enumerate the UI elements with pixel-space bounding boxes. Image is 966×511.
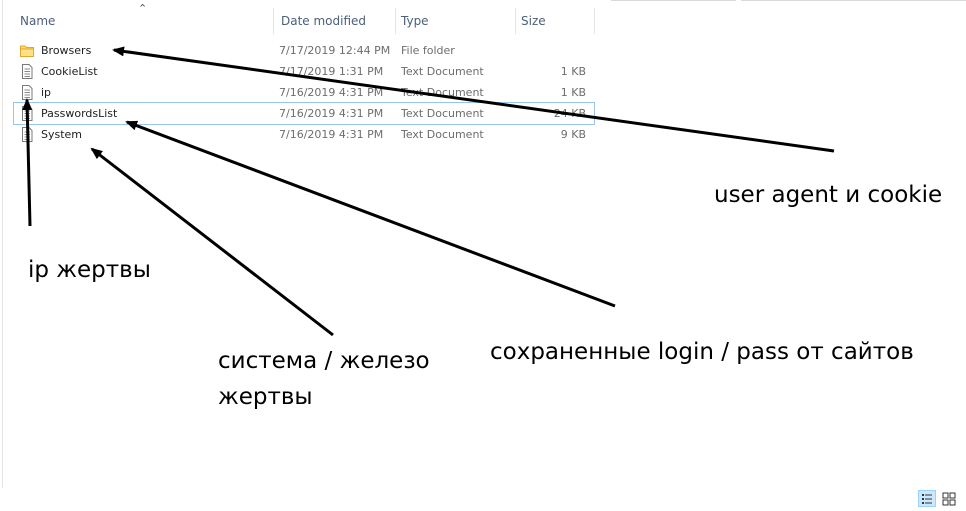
column-date-modified[interactable]: Date modified: [271, 8, 391, 34]
file-explorer: ⌃ Name Date modified Type Size Browsers …: [0, 0, 966, 509]
arrow-to-system: [90, 147, 334, 337]
file-size: 1 KB: [560, 65, 586, 78]
file-size: 24 KB: [553, 107, 586, 120]
file-name: System: [41, 128, 83, 141]
file-name: ip: [41, 86, 52, 99]
folder-icon: [20, 45, 34, 57]
file-row-cookielist[interactable]: CookieList 7/17/2019 1:31 PM Text Docume…: [14, 61, 594, 82]
large-icons-view-button[interactable]: [940, 490, 958, 507]
file-type: Text Document: [401, 65, 484, 78]
details-view-icon: [922, 494, 932, 504]
file-size: 1 KB: [560, 86, 586, 99]
file-date: 7/16/2019 4:31 PM: [279, 86, 384, 99]
column-type[interactable]: Type: [391, 8, 511, 34]
file-row-browsers[interactable]: Browsers 7/17/2019 12:44 PM File folder: [14, 40, 594, 61]
annotation-victim-ip: ip жертвы: [28, 257, 151, 283]
annotation-user-agent-cookie: user agent и cookie: [714, 182, 943, 208]
file-name: PasswordsList: [41, 107, 118, 120]
file-date: 7/17/2019 12:44 PM: [279, 44, 391, 57]
file-type: Text Document: [401, 107, 484, 120]
file-name: CookieList: [41, 65, 98, 78]
file-type: Text Document: [401, 86, 484, 99]
text-file-icon: [22, 127, 33, 142]
column-size[interactable]: Size: [511, 8, 591, 34]
file-date: 7/17/2019 1:31 PM: [279, 65, 384, 78]
details-view-button[interactable]: [918, 490, 936, 507]
file-date: 7/16/2019 4:31 PM: [279, 128, 384, 141]
file-row-ip[interactable]: ip 7/16/2019 4:31 PM Text Document 1 KB: [14, 82, 594, 103]
text-file-icon: [22, 85, 33, 100]
large-icons-view-icon: [942, 492, 956, 506]
text-file-icon: [22, 106, 33, 121]
file-date: 7/16/2019 4:31 PM: [279, 107, 384, 120]
file-list: Browsers 7/17/2019 12:44 PM File folder …: [13, 40, 595, 145]
view-toggles: [918, 489, 960, 509]
top-divider: [611, 0, 736, 1]
file-type: Text Document: [401, 128, 484, 141]
text-file-icon: [22, 64, 33, 79]
file-name: Browsers: [41, 44, 92, 57]
annotation-saved-passwords: сохраненные login / pass от сайтов: [490, 339, 914, 365]
column-divider[interactable]: [594, 8, 595, 34]
annotation-system-hardware-line2: жертвы: [218, 384, 313, 410]
file-row-system[interactable]: System 7/16/2019 4:31 PM Text Document 9…: [14, 124, 594, 145]
left-edge-divider: [2, 0, 3, 488]
arrow-to-passwordslist: [125, 120, 616, 308]
file-size: 9 KB: [560, 128, 586, 141]
column-header: Name Date modified Type Size: [10, 8, 595, 34]
top-divider: [741, 0, 966, 1]
file-type: File folder: [401, 44, 455, 57]
file-row-passwordslist[interactable]: PasswordsList 7/16/2019 4:31 PM Text Doc…: [13, 102, 595, 125]
column-name[interactable]: Name: [10, 8, 272, 34]
annotation-system-hardware: система / железо: [218, 348, 430, 374]
